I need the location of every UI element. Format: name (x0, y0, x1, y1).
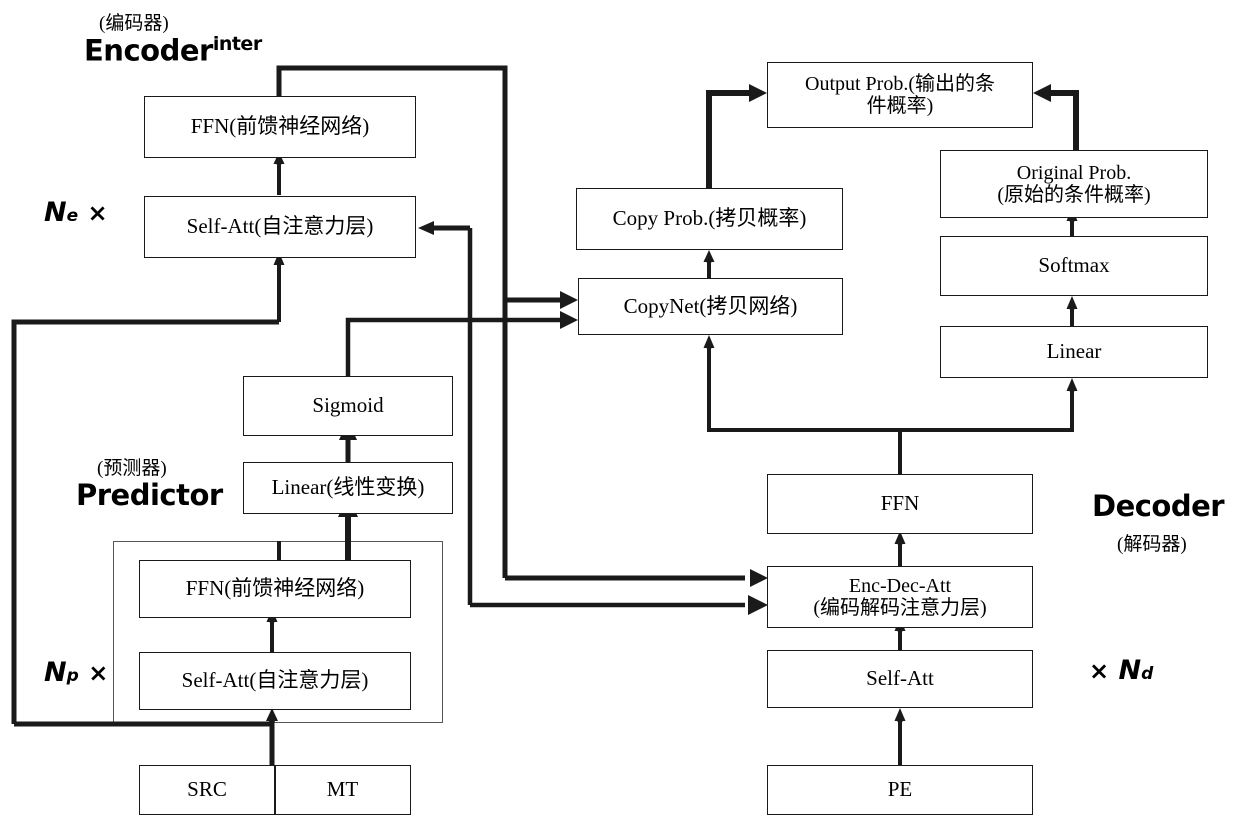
nd-symbol: N (1118, 655, 1142, 686)
predictor-self-att-box[interactable]: Self-Att(自注意力层) (139, 652, 411, 710)
mt-label: MT (326, 777, 359, 802)
encoder-superscript: inter (212, 33, 262, 55)
predictor-ffn-label: FFN(前馈神经网络) (185, 576, 365, 601)
predictor-sigmoid-label: Sigmoid (312, 393, 384, 418)
diagram-canvas: (编码器) Encoderinter FFN(前馈神经网络) Self-Att(… (0, 0, 1240, 831)
ne-subscript: e (66, 206, 79, 226)
predictor-linear-label: Linear(线性变换) (271, 475, 425, 500)
encoder-title: Encoderinter (84, 33, 262, 68)
output-prob-label-line1: Output Prob.(输出的条 (805, 72, 995, 95)
src-label: SRC (187, 777, 227, 802)
output-prob-label-line2: 件概率) (866, 95, 934, 117)
encoder-self-att-label: Self-Att(自注意力层) (186, 214, 374, 239)
output-softmax-label: Softmax (1038, 253, 1110, 278)
predictor-title: Predictor (76, 478, 223, 512)
predictor-self-att-label: Self-Att(自注意力层) (181, 668, 369, 693)
nd-subscript: d (1141, 664, 1154, 684)
src-mt-divider (274, 765, 276, 815)
enc-dec-att-label-line1: Enc-Dec-Att (848, 574, 952, 597)
decoder-layer-count-label: × Nd (1089, 655, 1153, 686)
encoder-ffn-label: FFN(前馈神经网络) (190, 114, 370, 139)
ne-symbol: N (44, 197, 67, 228)
original-prob-box[interactable]: Original Prob. (原始的条件概率) (940, 150, 1208, 218)
src-box[interactable]: SRC (139, 765, 275, 815)
mt-box[interactable]: MT (274, 765, 411, 815)
copy-prob-label: Copy Prob.(拷贝概率) (612, 206, 807, 231)
np-symbol: N (44, 657, 67, 688)
np-subscript: p (66, 666, 79, 686)
nd-times: × (1089, 657, 1110, 685)
output-prob-box[interactable]: Output Prob.(输出的条 件概率) (767, 62, 1033, 128)
encoder-ffn-box[interactable]: FFN(前馈神经网络) (144, 96, 416, 158)
predictor-chinese-label: (预测器) (97, 458, 167, 479)
copy-prob-box[interactable]: Copy Prob.(拷贝概率) (576, 188, 843, 250)
predictor-layer-count-label: Np × (44, 657, 108, 688)
original-prob-label-line1: Original Prob. (1016, 161, 1132, 184)
encoder-chinese-label: (编码器) (99, 13, 169, 34)
encoder-title-text: Encoder (84, 33, 213, 68)
predictor-linear-box[interactable]: Linear(线性变换) (243, 462, 453, 514)
decoder-ffn-label: FFN (880, 491, 920, 516)
decoder-self-att-box[interactable]: Self-Att (767, 650, 1033, 708)
predictor-ffn-box[interactable]: FFN(前馈神经网络) (139, 560, 411, 618)
original-prob-label-line2: (原始的条件概率) (997, 184, 1151, 206)
decoder-enc-dec-att-box[interactable]: Enc-Dec-Att (编码解码注意力层) (767, 566, 1033, 628)
output-softmax-box[interactable]: Softmax (940, 236, 1208, 296)
decoder-pe-box[interactable]: PE (767, 765, 1033, 815)
decoder-title: Decoder (1092, 489, 1225, 523)
output-linear-box[interactable]: Linear (940, 326, 1208, 378)
output-linear-label: Linear (1046, 339, 1102, 364)
ne-times: × (87, 199, 108, 227)
enc-dec-att-label-line2: (编码解码注意力层) (813, 597, 987, 619)
encoder-layer-count-label: Ne × (44, 197, 108, 228)
encoder-self-att-box[interactable]: Self-Att(自注意力层) (144, 196, 416, 258)
decoder-self-att-label: Self-Att (866, 666, 934, 691)
decoder-chinese-label: (解码器) (1117, 534, 1187, 555)
decoder-pe-label: PE (887, 777, 913, 802)
copynet-label: CopyNet(拷贝网络) (623, 293, 798, 318)
decoder-ffn-box[interactable]: FFN (767, 474, 1033, 534)
predictor-sigmoid-box[interactable]: Sigmoid (243, 376, 453, 436)
np-times: × (88, 659, 109, 687)
copynet-box[interactable]: CopyNet(拷贝网络) (578, 278, 843, 335)
